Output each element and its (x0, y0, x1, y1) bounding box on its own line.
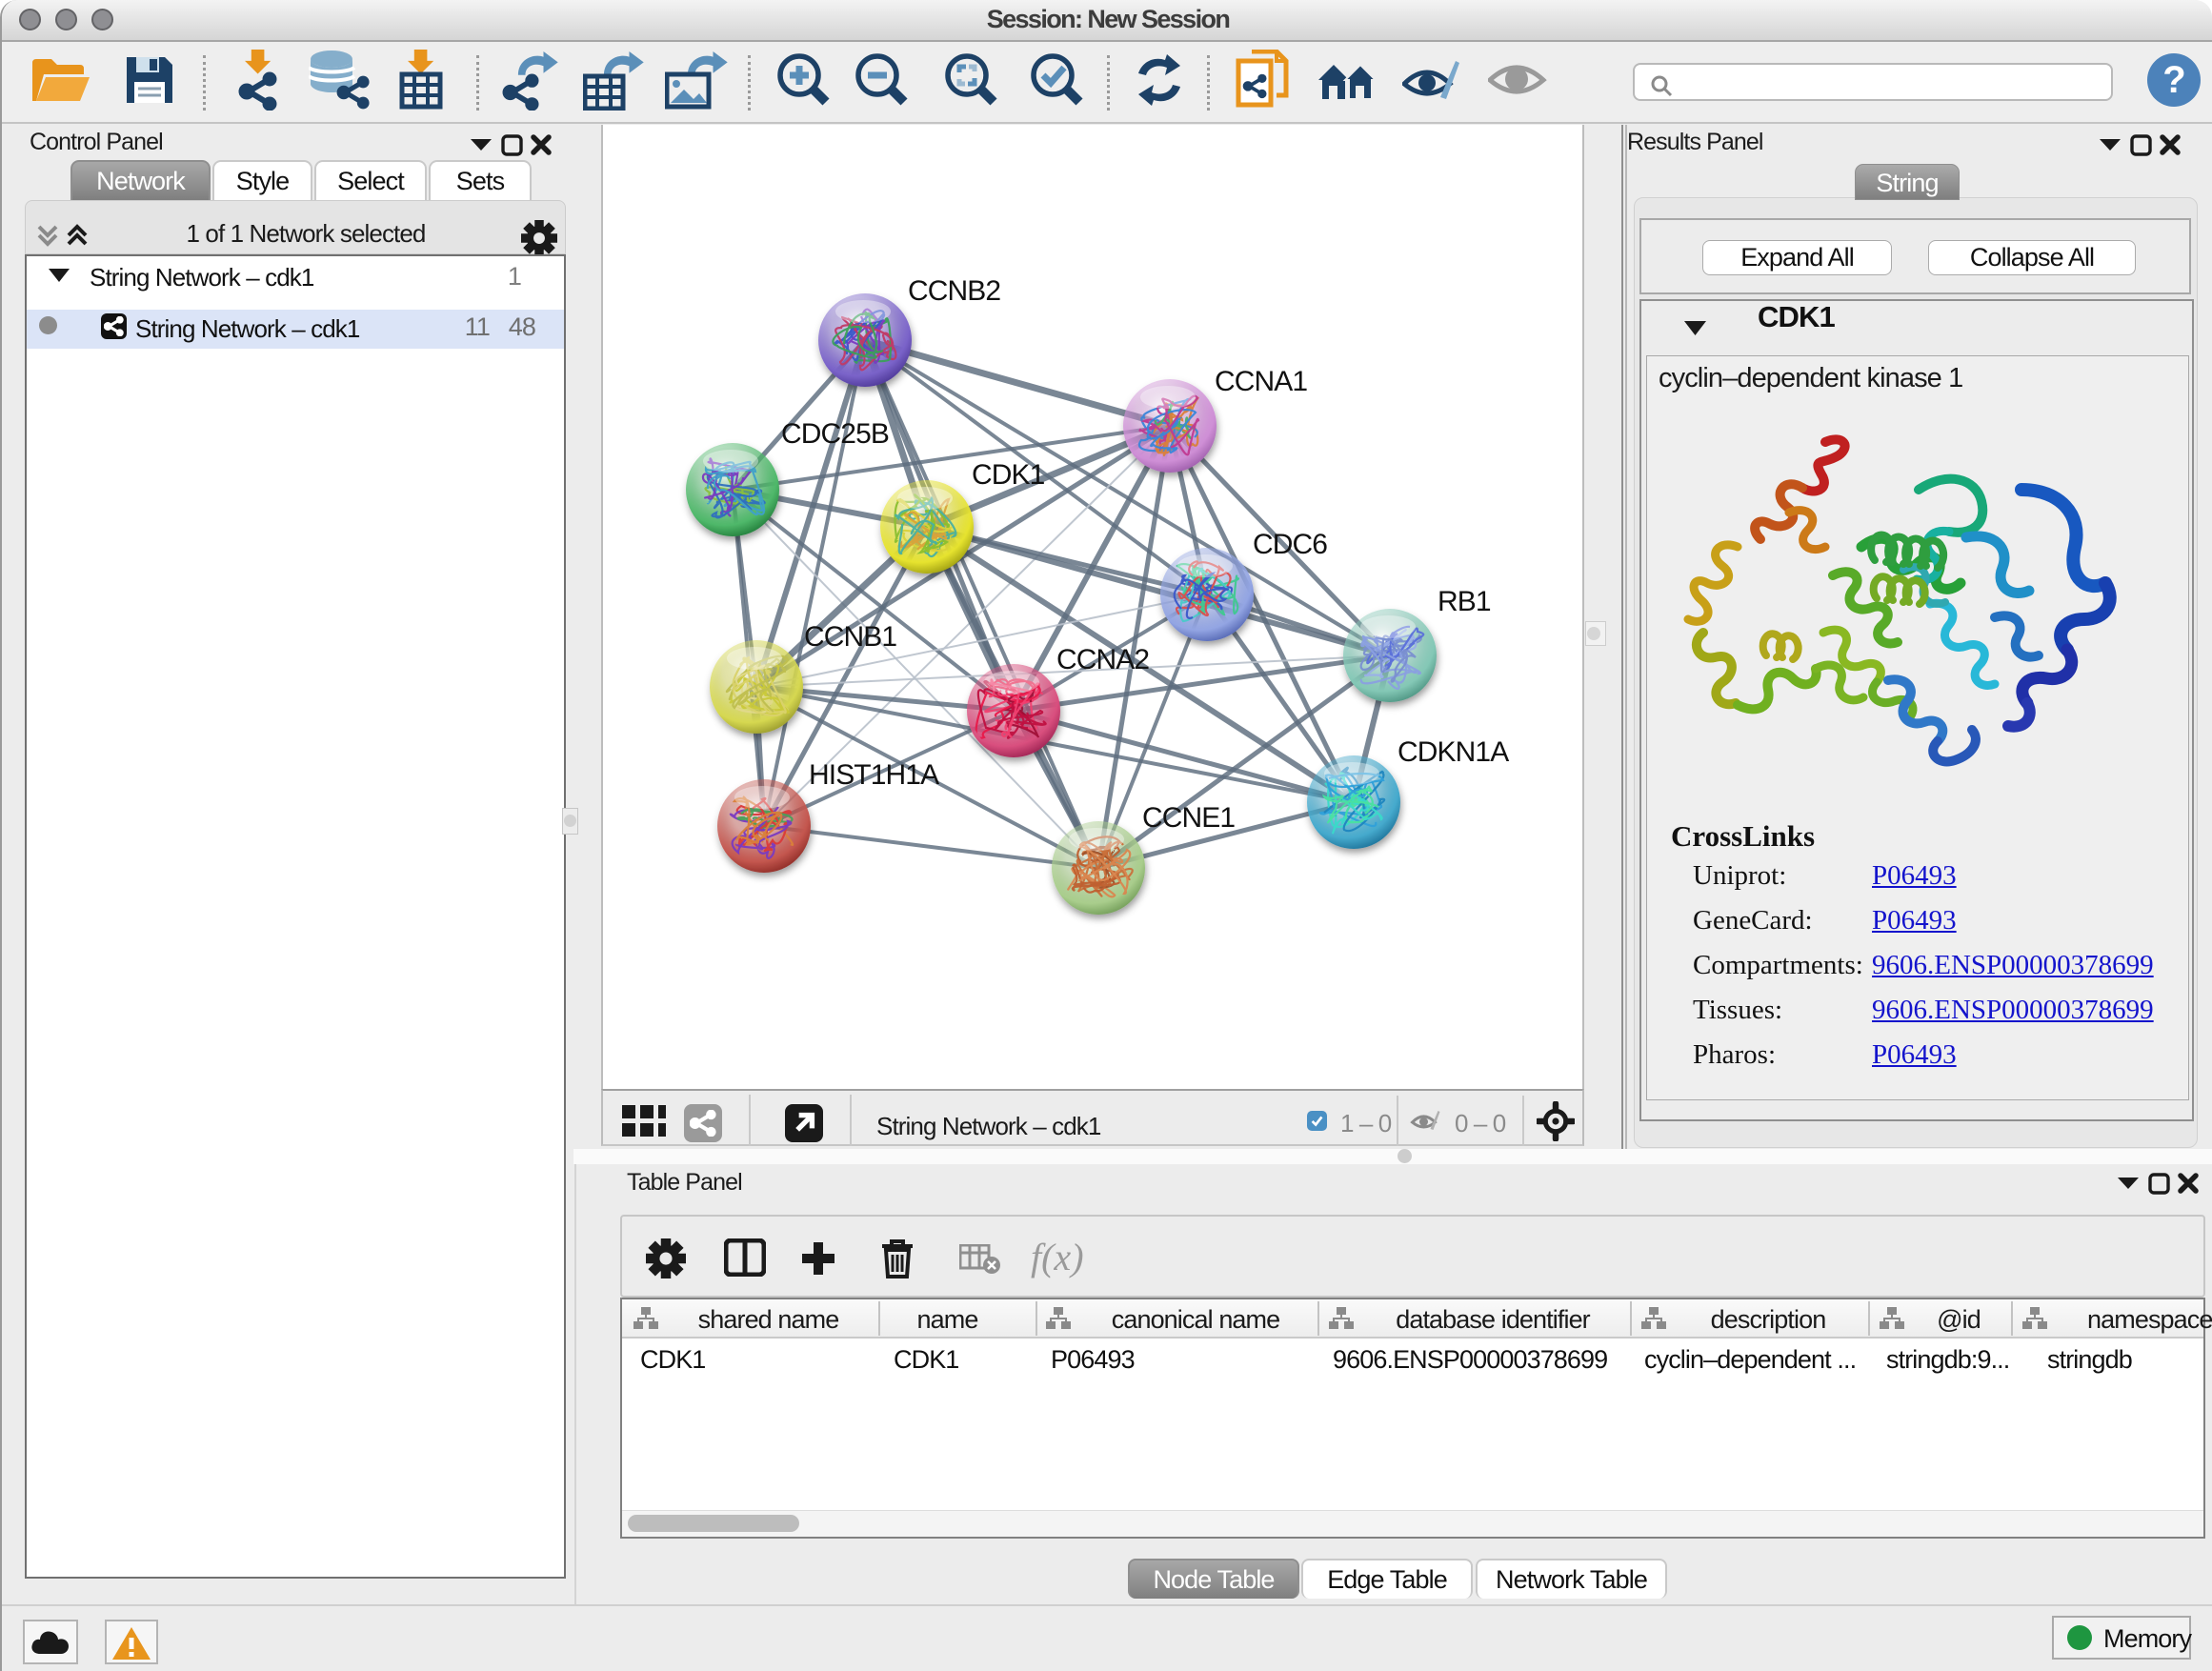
svg-text:CCNA1: CCNA1 (1215, 366, 1307, 397)
svg-text:CDKN1A: CDKN1A (1398, 736, 1509, 768)
svg-text:RB1: RB1 (1438, 586, 1491, 617)
svg-text:CDC6: CDC6 (1253, 529, 1327, 560)
svg-text:HIST1H1A: HIST1H1A (809, 759, 939, 791)
svg-text:CDC25B: CDC25B (781, 418, 889, 450)
svg-text:CCNE1: CCNE1 (1142, 802, 1235, 834)
svg-text:CCNB1: CCNB1 (804, 621, 896, 653)
svg-text:CDK1: CDK1 (972, 459, 1045, 491)
svg-text:CCNB2: CCNB2 (908, 275, 1000, 307)
svg-text:CCNA2: CCNA2 (1056, 644, 1149, 675)
